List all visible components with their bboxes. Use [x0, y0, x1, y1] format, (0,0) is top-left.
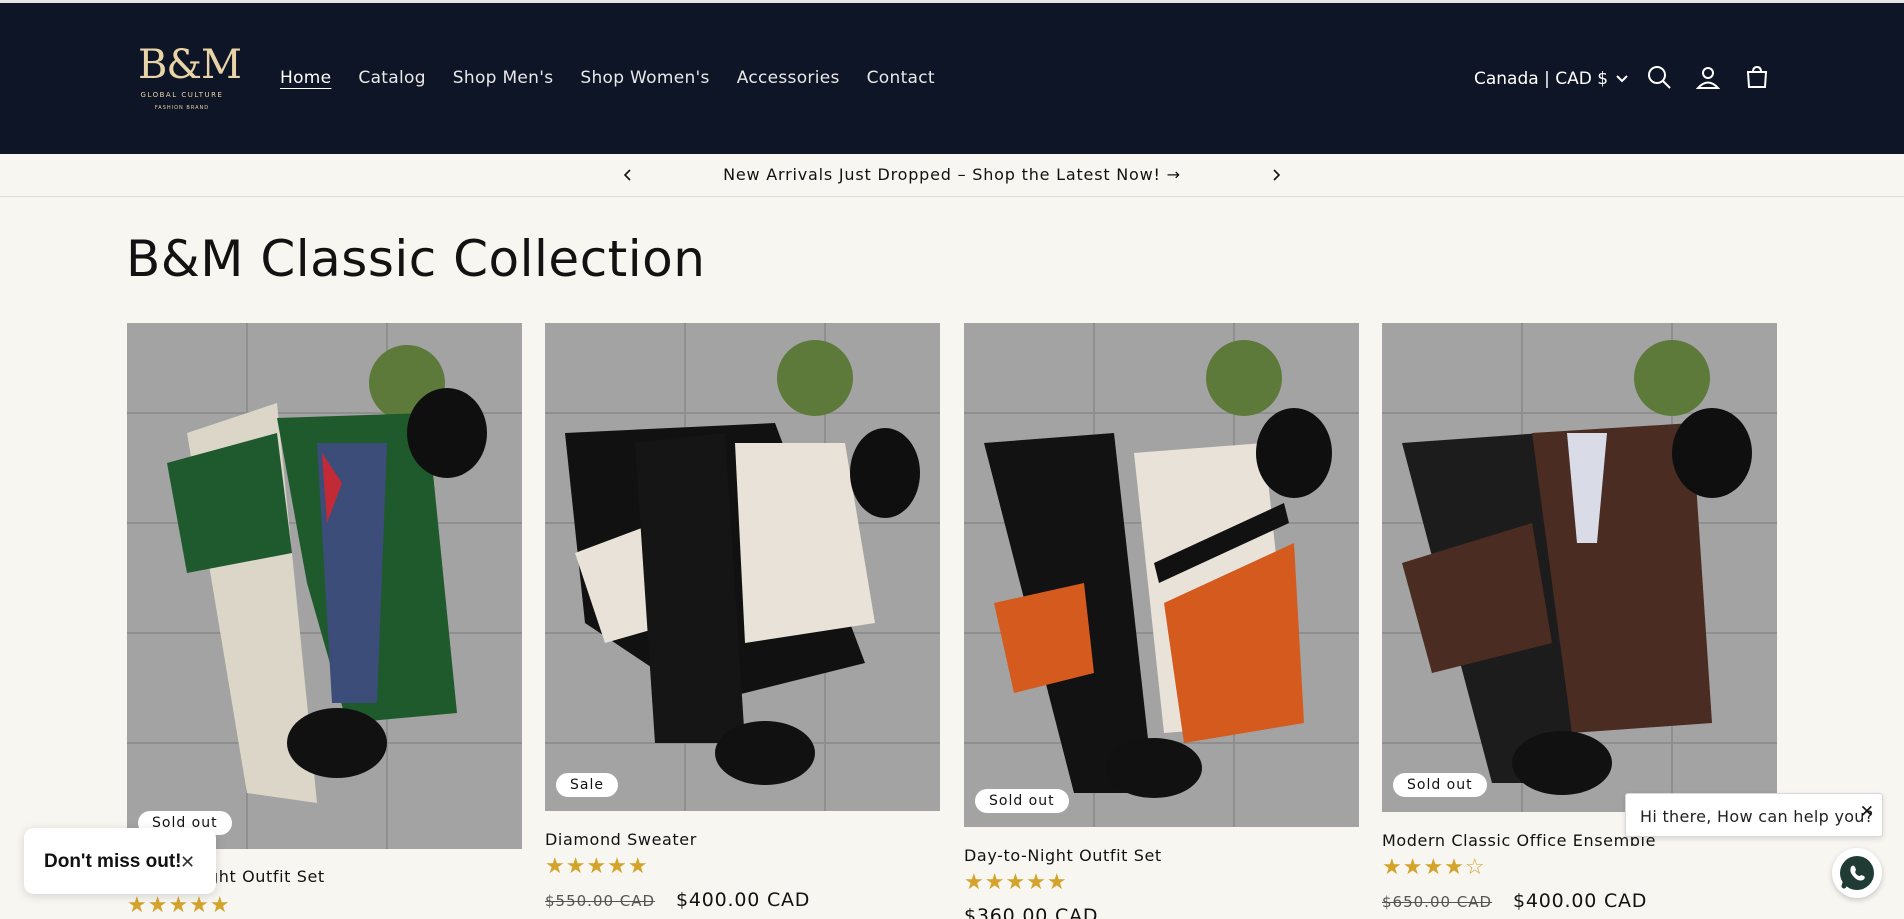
- product-image[interactable]: [545, 323, 940, 811]
- search-icon[interactable]: [1645, 63, 1673, 91]
- chat-greeting-text: Hi there, How can help you?: [1640, 807, 1874, 826]
- chat-greeting[interactable]: Hi there, How can help you? ✕: [1625, 793, 1883, 837]
- sale-price: $400.00 CAD: [675, 889, 811, 911]
- collection-title: B&M Classic Collection: [126, 230, 706, 288]
- rating-stars: ★★★★★: [545, 854, 649, 879]
- product-title[interactable]: Day-to-Night Outfit Set: [964, 846, 1162, 865]
- nav-home[interactable]: Home: [280, 68, 331, 88]
- popup-text: Don't miss out!: [44, 851, 182, 872]
- compare-at-price: $650.00 CAD: [1382, 893, 1493, 911]
- announcement-bar: New Arrivals Just Dropped – Shop the Lat…: [0, 154, 1904, 197]
- whatsapp-icon: [1840, 856, 1874, 890]
- nav-shop-mens[interactable]: Shop Men's: [453, 68, 554, 88]
- product-photo: [1382, 323, 1777, 812]
- main-nav: Home Catalog Shop Men's Shop Women's Acc…: [280, 68, 962, 88]
- close-icon[interactable]: ✕: [180, 852, 195, 873]
- product-image[interactable]: [1382, 323, 1777, 812]
- account-icon[interactable]: [1694, 63, 1722, 91]
- logo-mark: B&M: [138, 42, 242, 88]
- rating-stars: ★★★★★: [127, 893, 231, 918]
- status-badge: Sold out: [975, 789, 1069, 813]
- price: $360.00 CAD: [964, 905, 1099, 919]
- product-image[interactable]: [127, 323, 522, 849]
- product-photo: [545, 323, 940, 811]
- arrow-right-icon: →: [1166, 165, 1181, 184]
- site-header: B&M GLOBAL CULTURE FASHION BRAND Home Ca…: [0, 0, 1904, 154]
- product-title[interactable]: Modern Classic Office Ensemble: [1382, 831, 1656, 850]
- nav-catalog[interactable]: Catalog: [358, 68, 425, 88]
- country-selector[interactable]: Canada | CAD $: [1474, 69, 1628, 89]
- status-badge: Sale: [556, 773, 618, 797]
- nav-contact[interactable]: Contact: [867, 68, 935, 88]
- rating-stars: ★★★★☆: [1382, 855, 1486, 880]
- sale-price: $400.00 CAD: [1512, 890, 1648, 912]
- cart-icon[interactable]: [1743, 63, 1771, 91]
- price: $650.00 CAD $400.00 CAD: [1382, 890, 1647, 912]
- promo-popup[interactable]: Don't miss out! ✕: [24, 828, 216, 894]
- chevron-down-icon: [1616, 75, 1628, 83]
- announcement-link[interactable]: New Arrivals Just Dropped – Shop the Lat…: [0, 165, 1904, 184]
- announcement-text: New Arrivals Just Dropped – Shop the Lat…: [723, 165, 1161, 184]
- product-photo: [127, 323, 522, 849]
- status-badge: Sold out: [1393, 773, 1487, 797]
- compare-at-price: $550.00 CAD: [545, 892, 656, 910]
- nav-shop-womens[interactable]: Shop Women's: [580, 68, 709, 88]
- product-image[interactable]: [964, 323, 1359, 827]
- logo-tagline: GLOBAL CULTURE: [140, 91, 224, 99]
- whatsapp-button[interactable]: [1832, 848, 1882, 898]
- nav-accessories[interactable]: Accessories: [737, 68, 840, 88]
- rating-stars: ★★★★★: [964, 870, 1068, 895]
- chevron-right-icon[interactable]: [1269, 167, 1283, 183]
- country-label: Canada | CAD $: [1474, 69, 1609, 89]
- product-photo: [964, 323, 1359, 827]
- price: $550.00 CAD $400.00 CAD: [545, 889, 810, 911]
- logo-subtagline: FASHION BRAND: [154, 105, 210, 111]
- product-title[interactable]: Diamond Sweater: [545, 830, 697, 849]
- brand-logo[interactable]: B&M GLOBAL CULTURE FASHION BRAND: [138, 42, 242, 123]
- close-icon[interactable]: ✕: [1860, 802, 1874, 822]
